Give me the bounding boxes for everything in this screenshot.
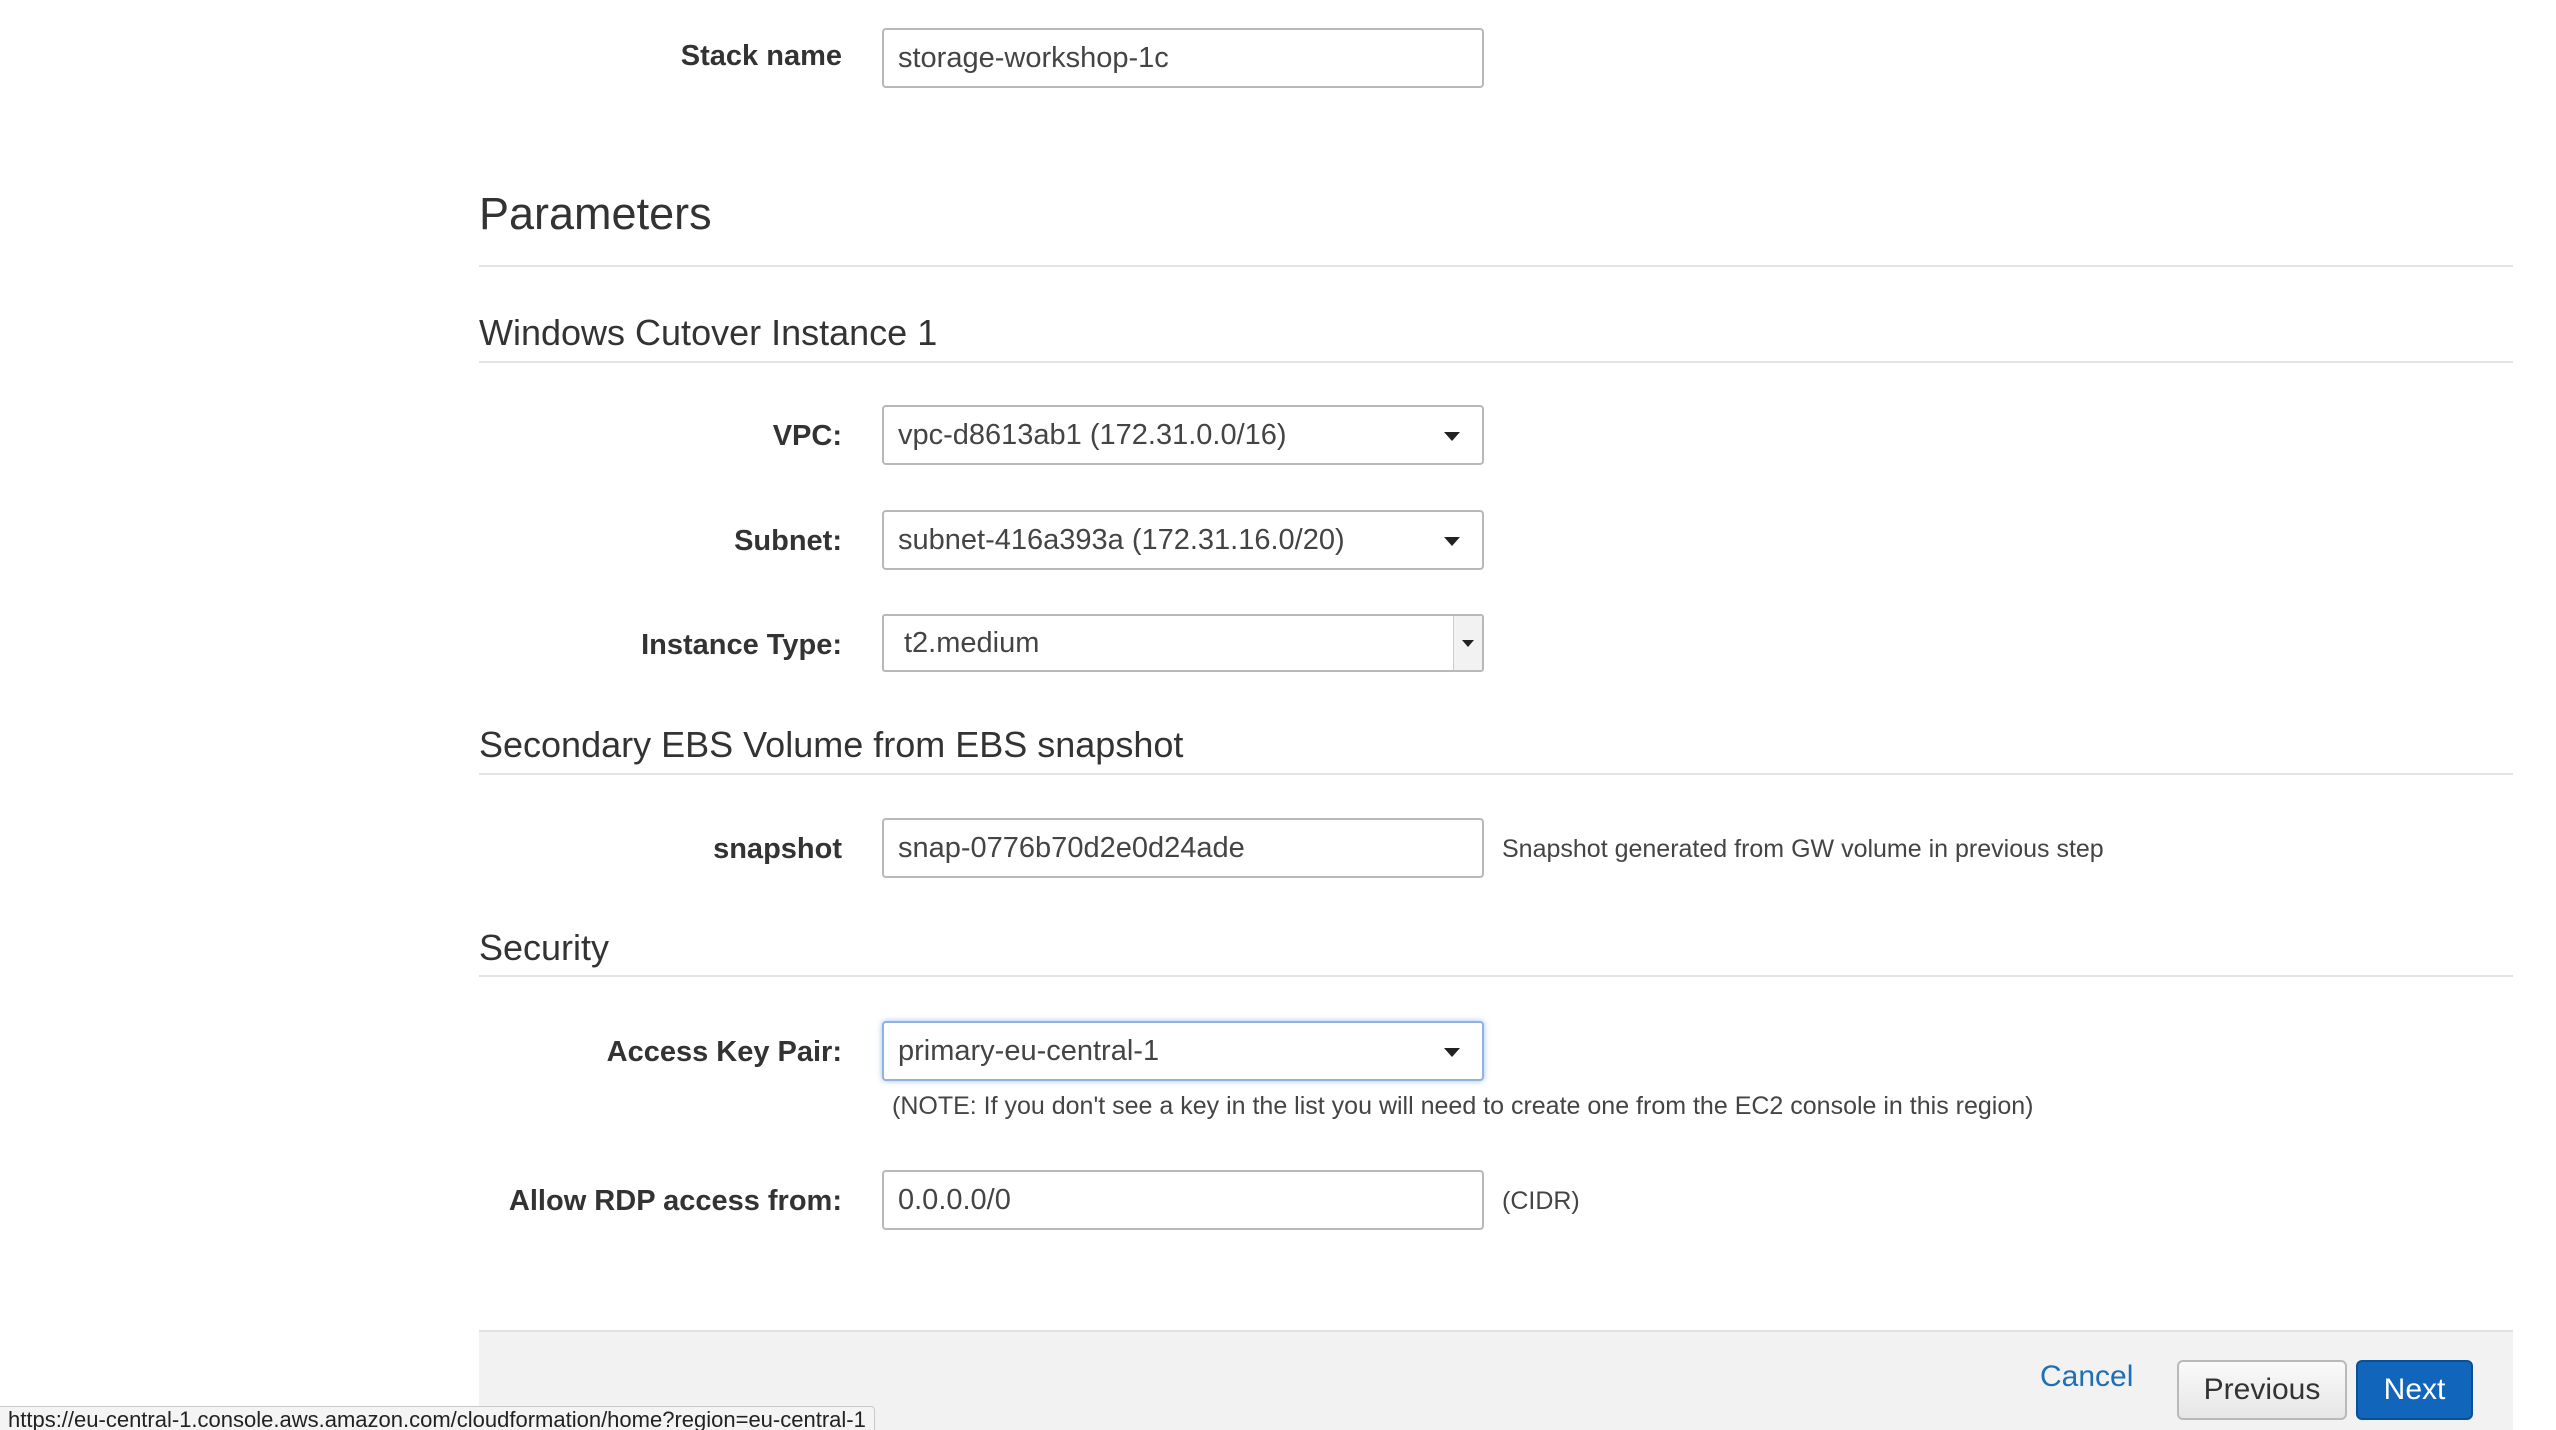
- cloudformation-specify-details-page: Stack name storage-workshop-1c Parameter…: [0, 0, 2556, 1430]
- stack-name-input[interactable]: storage-workshop-1c: [882, 28, 1484, 88]
- instance-type-label: Instance Type:: [641, 629, 842, 661]
- access-key-pair-select-value: primary-eu-central-1: [898, 1035, 1160, 1067]
- vpc-select-value: vpc-d8613ab1 (172.31.0.0/16): [898, 419, 1287, 451]
- ebs-section-title: Secondary EBS Volume from EBS snapshot: [479, 724, 1184, 765]
- ebs-section-divider: [479, 773, 2513, 775]
- snapshot-label: snapshot: [713, 833, 842, 865]
- cancel-button[interactable]: Cancel: [2040, 1360, 2133, 1394]
- chevron-down-icon: [1444, 537, 1460, 546]
- subnet-select[interactable]: subnet-416a393a (172.31.16.0/20): [882, 510, 1484, 570]
- vpc-label: VPC:: [772, 420, 842, 452]
- access-key-pair-label: Access Key Pair:: [606, 1036, 842, 1068]
- next-button[interactable]: Next: [2356, 1360, 2473, 1420]
- windows-section-title: Windows Cutover Instance 1: [479, 312, 938, 353]
- stack-name-label: Stack name: [680, 40, 842, 72]
- instance-type-select[interactable]: t2.medium: [882, 614, 1484, 672]
- access-key-pair-select[interactable]: primary-eu-central-1: [882, 1021, 1484, 1081]
- snapshot-help-text: Snapshot generated from GW volume in pre…: [1502, 835, 2104, 863]
- parameters-divider: [479, 265, 2513, 267]
- vpc-select[interactable]: vpc-d8613ab1 (172.31.0.0/16): [882, 405, 1484, 465]
- chevron-down-icon: [1444, 1048, 1460, 1057]
- rdp-access-label: Allow RDP access from:: [508, 1185, 842, 1217]
- rdp-cidr-help: (CIDR): [1502, 1187, 1580, 1215]
- snapshot-input[interactable]: snap-0776b70d2e0d24ade: [882, 818, 1484, 878]
- browser-status-bar-url: https://eu-central-1.console.aws.amazon.…: [0, 1406, 875, 1430]
- chevron-down-icon: [1444, 432, 1460, 441]
- security-section-title: Security: [479, 927, 610, 968]
- instance-type-select-value: t2.medium: [904, 627, 1040, 659]
- parameters-heading: Parameters: [479, 188, 712, 239]
- previous-button[interactable]: Previous: [2177, 1360, 2347, 1420]
- chevron-down-icon: [1453, 616, 1482, 670]
- rdp-access-input[interactable]: 0.0.0.0/0: [882, 1170, 1484, 1230]
- windows-section-divider: [479, 361, 2513, 363]
- key-pair-note: (NOTE: If you don't see a key in the lis…: [892, 1092, 2034, 1120]
- subnet-select-value: subnet-416a393a (172.31.16.0/20): [898, 524, 1345, 556]
- security-section-divider: [479, 975, 2513, 977]
- subnet-label: Subnet:: [734, 525, 842, 557]
